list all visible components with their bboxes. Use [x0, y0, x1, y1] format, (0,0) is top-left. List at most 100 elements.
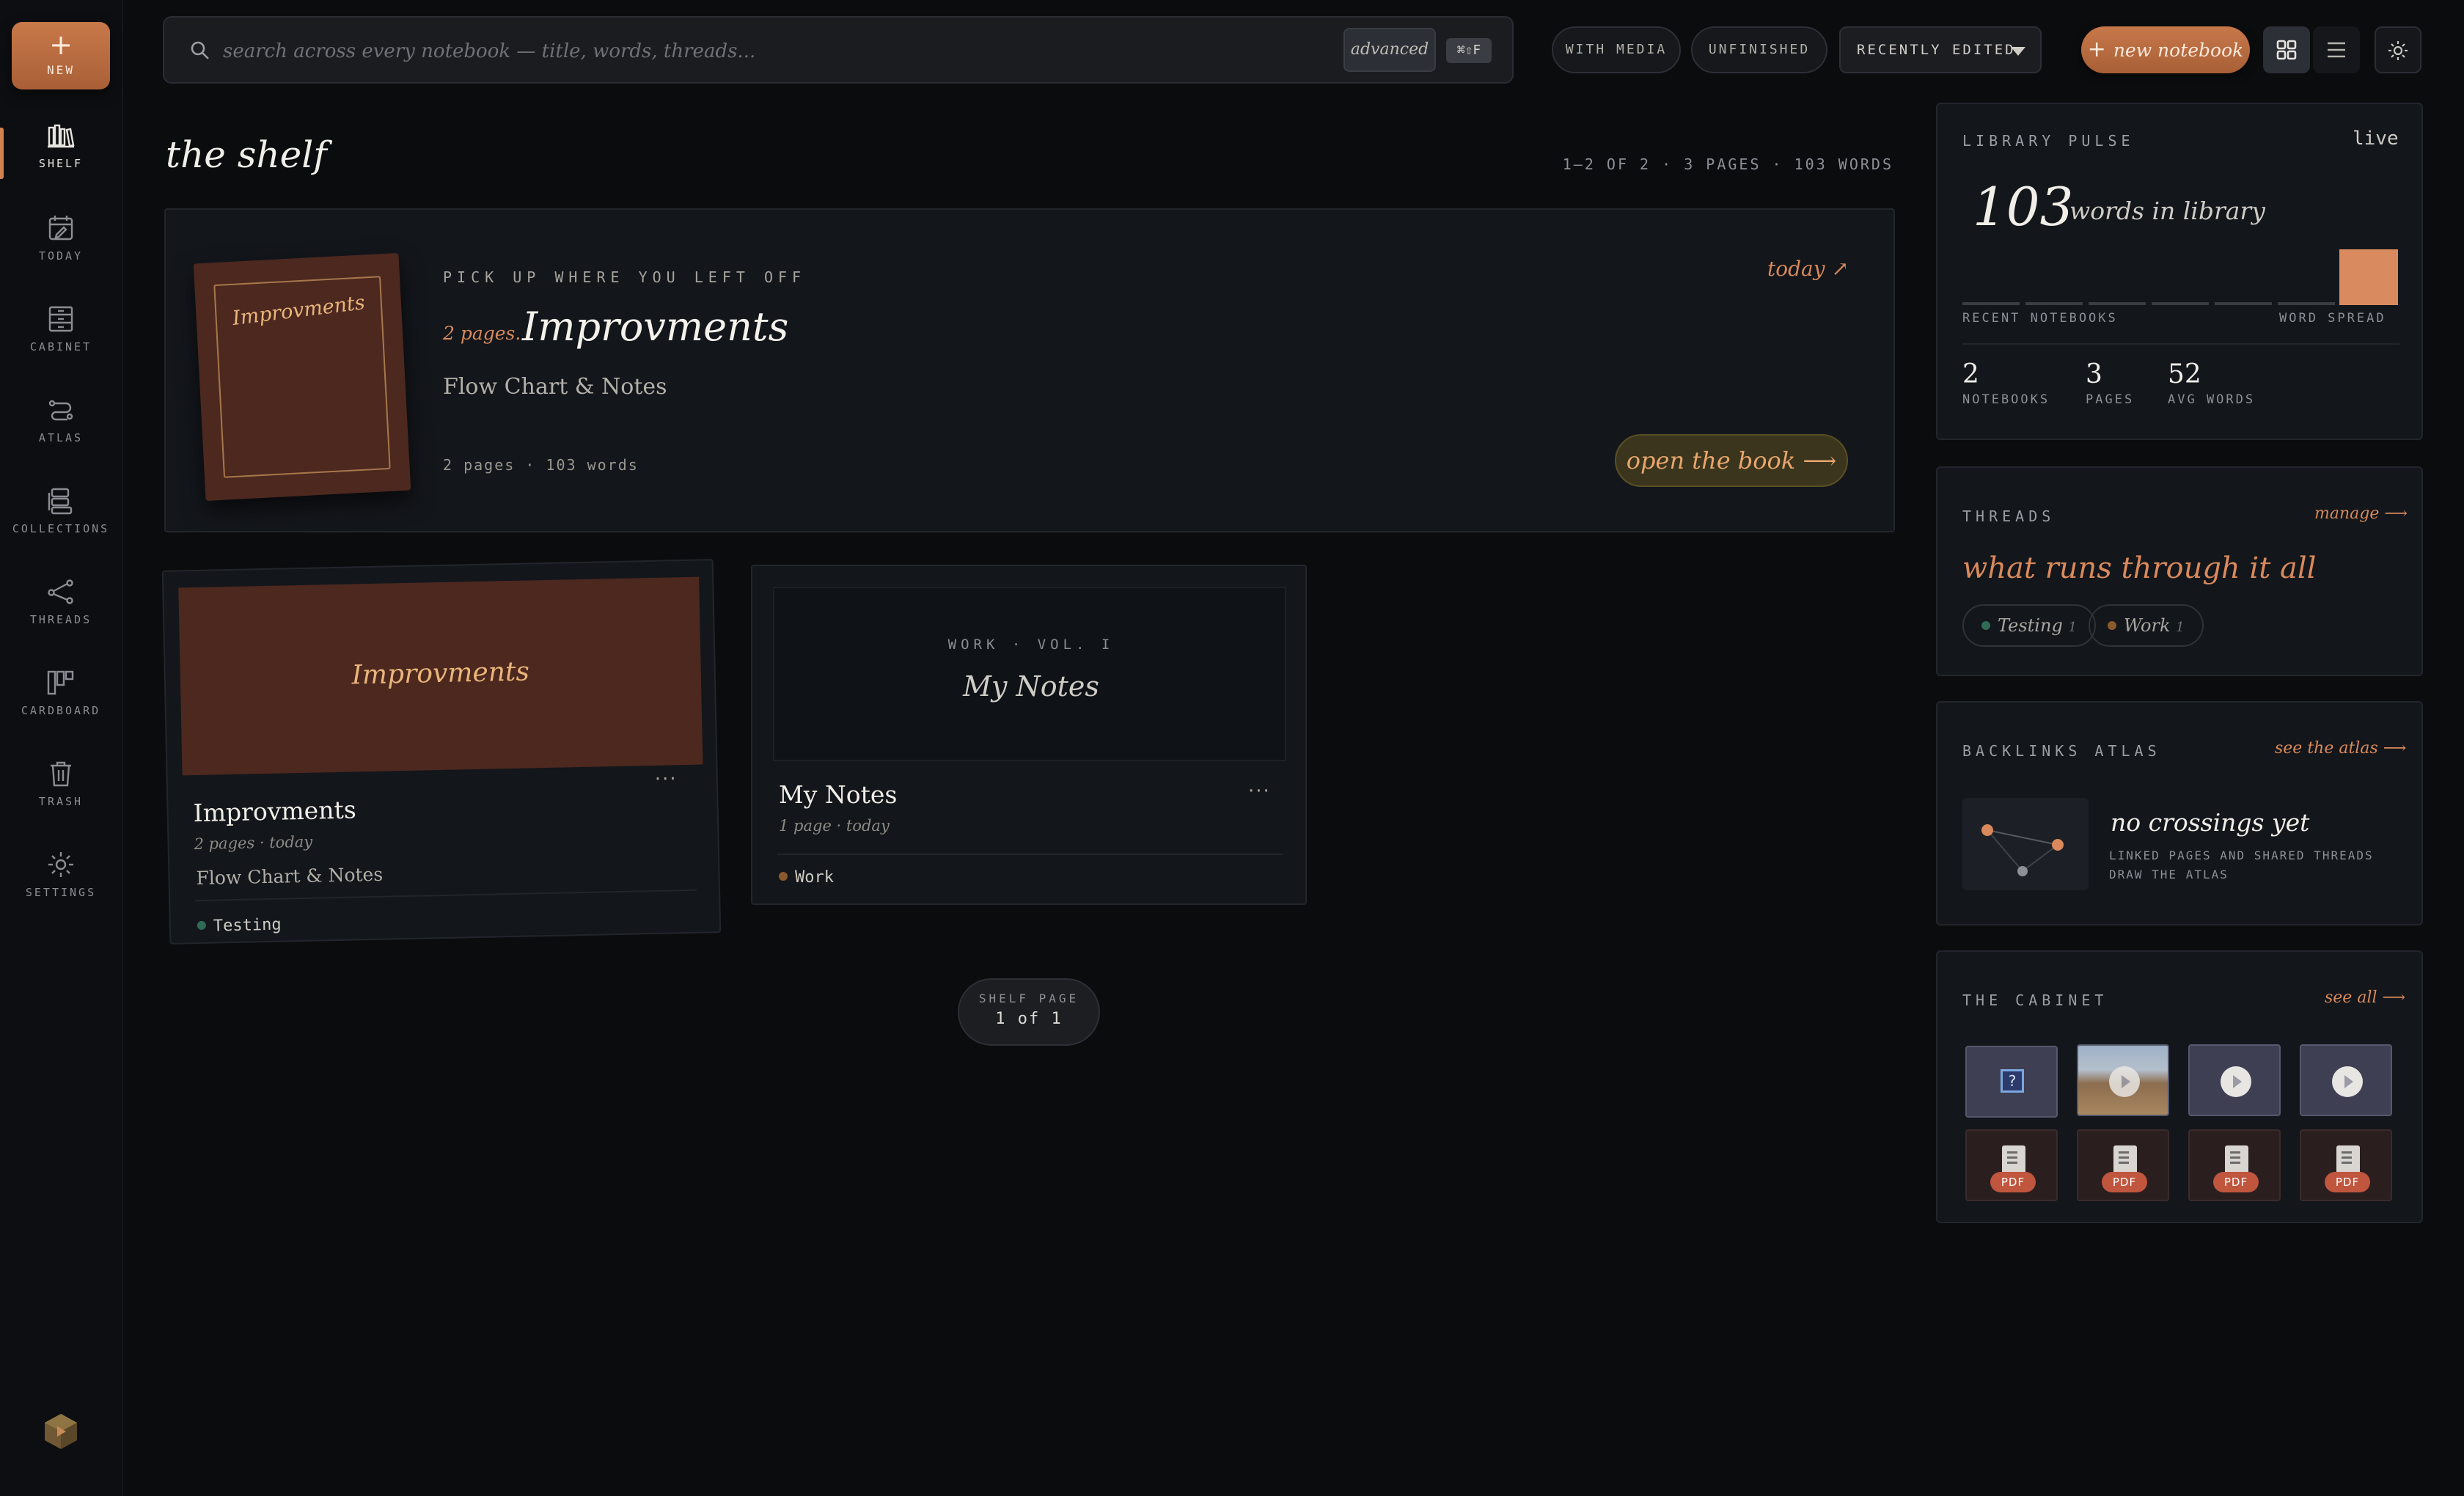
stat-avg-words: 52 AVG WORDS — [2168, 359, 2255, 407]
sidebar-item-label: SETTINGS — [25, 886, 97, 899]
manage-threads-link[interactable]: manage ⟶ — [2314, 505, 2408, 523]
document-icon — [2002, 1145, 2025, 1175]
cabinet-item-unknown[interactable]: ? — [1965, 1046, 2058, 1118]
document-icon — [2336, 1145, 2360, 1175]
cabinet-icon — [48, 306, 73, 332]
atlas-headline: no crossings yet — [2111, 808, 2310, 837]
library-pulse-panel: LIBRARY PULSE live 103 words in library … — [1936, 103, 2423, 440]
cabinet-item-pdf[interactable]: PDF — [2188, 1129, 2281, 1201]
filter-with-media[interactable]: WITH MEDIA — [1552, 26, 1681, 73]
new-notebook-button[interactable]: + new notebook — [2081, 26, 2250, 73]
cabinet-item-pdf[interactable]: PDF — [2300, 1129, 2392, 1201]
hero-last-edited: today ↗ — [1767, 257, 1849, 281]
sort-select-value: RECENTLY EDITED — [1857, 42, 2016, 58]
sidebar-item-trash[interactable]: TRASH — [0, 760, 122, 836]
stat-value: 3 — [2086, 359, 2102, 389]
sidebar-item-cardboard[interactable]: CARDBOARD — [0, 669, 122, 745]
atlas-icon — [48, 400, 73, 421]
cover-kicker: WORK · VOL. I — [947, 637, 1115, 653]
thread-pill-testing[interactable]: Testing 1 — [1962, 604, 2096, 647]
trash-icon — [51, 761, 71, 787]
spark-left-label: RECENT NOTEBOOKS — [1962, 311, 2118, 326]
spark-bar — [2089, 302, 2146, 305]
stat-notebooks: 2 NOTEBOOKS — [1962, 359, 2050, 407]
thread-pill-work[interactable]: Work 1 — [2089, 604, 2204, 647]
cabinet-item-pdf[interactable]: PDF — [1965, 1129, 2058, 1201]
sidebar-item-threads[interactable]: THREADS — [0, 578, 122, 654]
open-book-button[interactable]: open the book ⟶ — [1615, 434, 1848, 487]
shelf-stats: 1–2 OF 2 · 3 PAGES · 103 WORDS — [1562, 155, 1893, 173]
chevron-down-icon — [2011, 47, 2025, 56]
backlinks-atlas-panel: BACKLINKS ATLAS see the atlas ⟶ no cross… — [1936, 701, 2423, 925]
sidebar-item-today[interactable]: TODAY — [0, 214, 122, 290]
divider — [1962, 343, 2399, 345]
panel-kicker: THE CABINET — [1962, 991, 2108, 1009]
panel-kicker: BACKLINKS ATLAS — [1962, 742, 2161, 760]
new-button[interactable]: + NEW — [12, 22, 110, 89]
tag-label: Work — [795, 868, 834, 887]
document-icon — [2113, 1145, 2137, 1175]
theme-toggle-button[interactable] — [2375, 26, 2421, 73]
sidebar-item-label: CABINET — [29, 340, 92, 353]
play-icon — [2109, 1066, 2140, 1097]
play-icon — [2332, 1066, 2363, 1097]
hero-book-cover[interactable]: Improvments — [193, 252, 411, 502]
notebook-subtitle: 2 pages · today — [194, 832, 313, 854]
notebook-subtitle: 1 page · today — [779, 817, 890, 835]
notebook-card[interactable]: WORK · VOL. I My Notes ··· My Notes 1 pa… — [751, 565, 1307, 905]
cabinet-item-pdf[interactable]: PDF — [2077, 1129, 2169, 1201]
stat-label: PAGES — [2086, 392, 2135, 407]
thread-count: 1 — [2176, 620, 2185, 635]
sidebar-item-shelf[interactable]: SHELF — [0, 123, 122, 199]
hero-description: Flow Chart & Notes — [443, 374, 667, 400]
calendar-icon — [48, 216, 73, 241]
search-shortcut: ⌘⇧F — [1446, 38, 1492, 63]
thread-name: Work — [2124, 615, 2171, 636]
list-view-toggle[interactable] — [2313, 26, 2360, 73]
panel-kicker: THREADS — [1962, 507, 2056, 525]
notebook-name: My Notes — [779, 780, 898, 809]
filter-unfinished[interactable]: UNFINISHED — [1691, 26, 1827, 73]
sidebar-item-settings[interactable]: SETTINGS — [0, 851, 122, 927]
sidebar-item-cabinet[interactable]: CABINET — [0, 305, 122, 381]
sidebar-item-label: TRASH — [38, 795, 84, 808]
pdf-badge: PDF — [1990, 1172, 2036, 1192]
thread-name: Testing — [1998, 615, 2063, 636]
search-bar: advanced ⌘⇧F — [163, 16, 1514, 84]
tag-dot — [2108, 621, 2116, 630]
hero-title: Improvments — [522, 304, 789, 350]
see-all-link[interactable]: see all ⟶ — [2325, 989, 2405, 1007]
grid-view-toggle[interactable] — [2263, 26, 2310, 73]
see-atlas-link[interactable]: see the atlas ⟶ — [2275, 739, 2406, 758]
divider — [777, 854, 1283, 855]
spark-bar — [2025, 302, 2083, 305]
more-options-icon[interactable]: ··· — [1248, 780, 1271, 802]
more-options-icon[interactable]: ··· — [655, 768, 678, 791]
word-spread-sparkline — [1962, 249, 2398, 305]
plus-icon: + — [2087, 37, 2106, 62]
sort-select[interactable]: RECENTLY EDITED — [1839, 26, 2042, 73]
threads-icon — [48, 579, 73, 604]
search-input[interactable] — [223, 31, 1470, 72]
word-count: 103 — [1973, 176, 2074, 238]
sidebar-item-label: COLLECTIONS — [12, 522, 110, 535]
pdf-badge: PDF — [2213, 1172, 2259, 1192]
sidebar-item-atlas[interactable]: ATLAS — [0, 396, 122, 472]
pager-value: 1 of 1 — [995, 1010, 1063, 1028]
thread-tag[interactable]: Work — [779, 868, 834, 887]
sidebar-item-label: CARDBOARD — [21, 704, 101, 717]
cardboard-icon — [47, 670, 74, 695]
cabinet-item-video[interactable] — [2188, 1044, 2281, 1116]
sidebar-item-collections[interactable]: COLLECTIONS — [0, 487, 122, 563]
plus-icon: + — [49, 29, 73, 61]
sidebar-item-label: ATLAS — [38, 431, 84, 444]
cabinet-item-video[interactable] — [2300, 1044, 2392, 1116]
pdf-badge: PDF — [2102, 1172, 2147, 1192]
cabinet-item-video[interactable] — [2077, 1044, 2169, 1116]
advanced-search-button[interactable]: advanced — [1343, 28, 1436, 72]
cabinet-panel: THE CABINET see all ⟶ ? PDF PDF PDF PDF — [1936, 950, 2423, 1223]
notebook-card[interactable]: Improvments ··· Improvments 2 pages · to… — [161, 559, 722, 945]
stat-label: NOTEBOOKS — [1962, 392, 2050, 407]
thread-tag[interactable]: Testing — [197, 916, 282, 936]
sidebar-item-label: THREADS — [29, 613, 92, 626]
